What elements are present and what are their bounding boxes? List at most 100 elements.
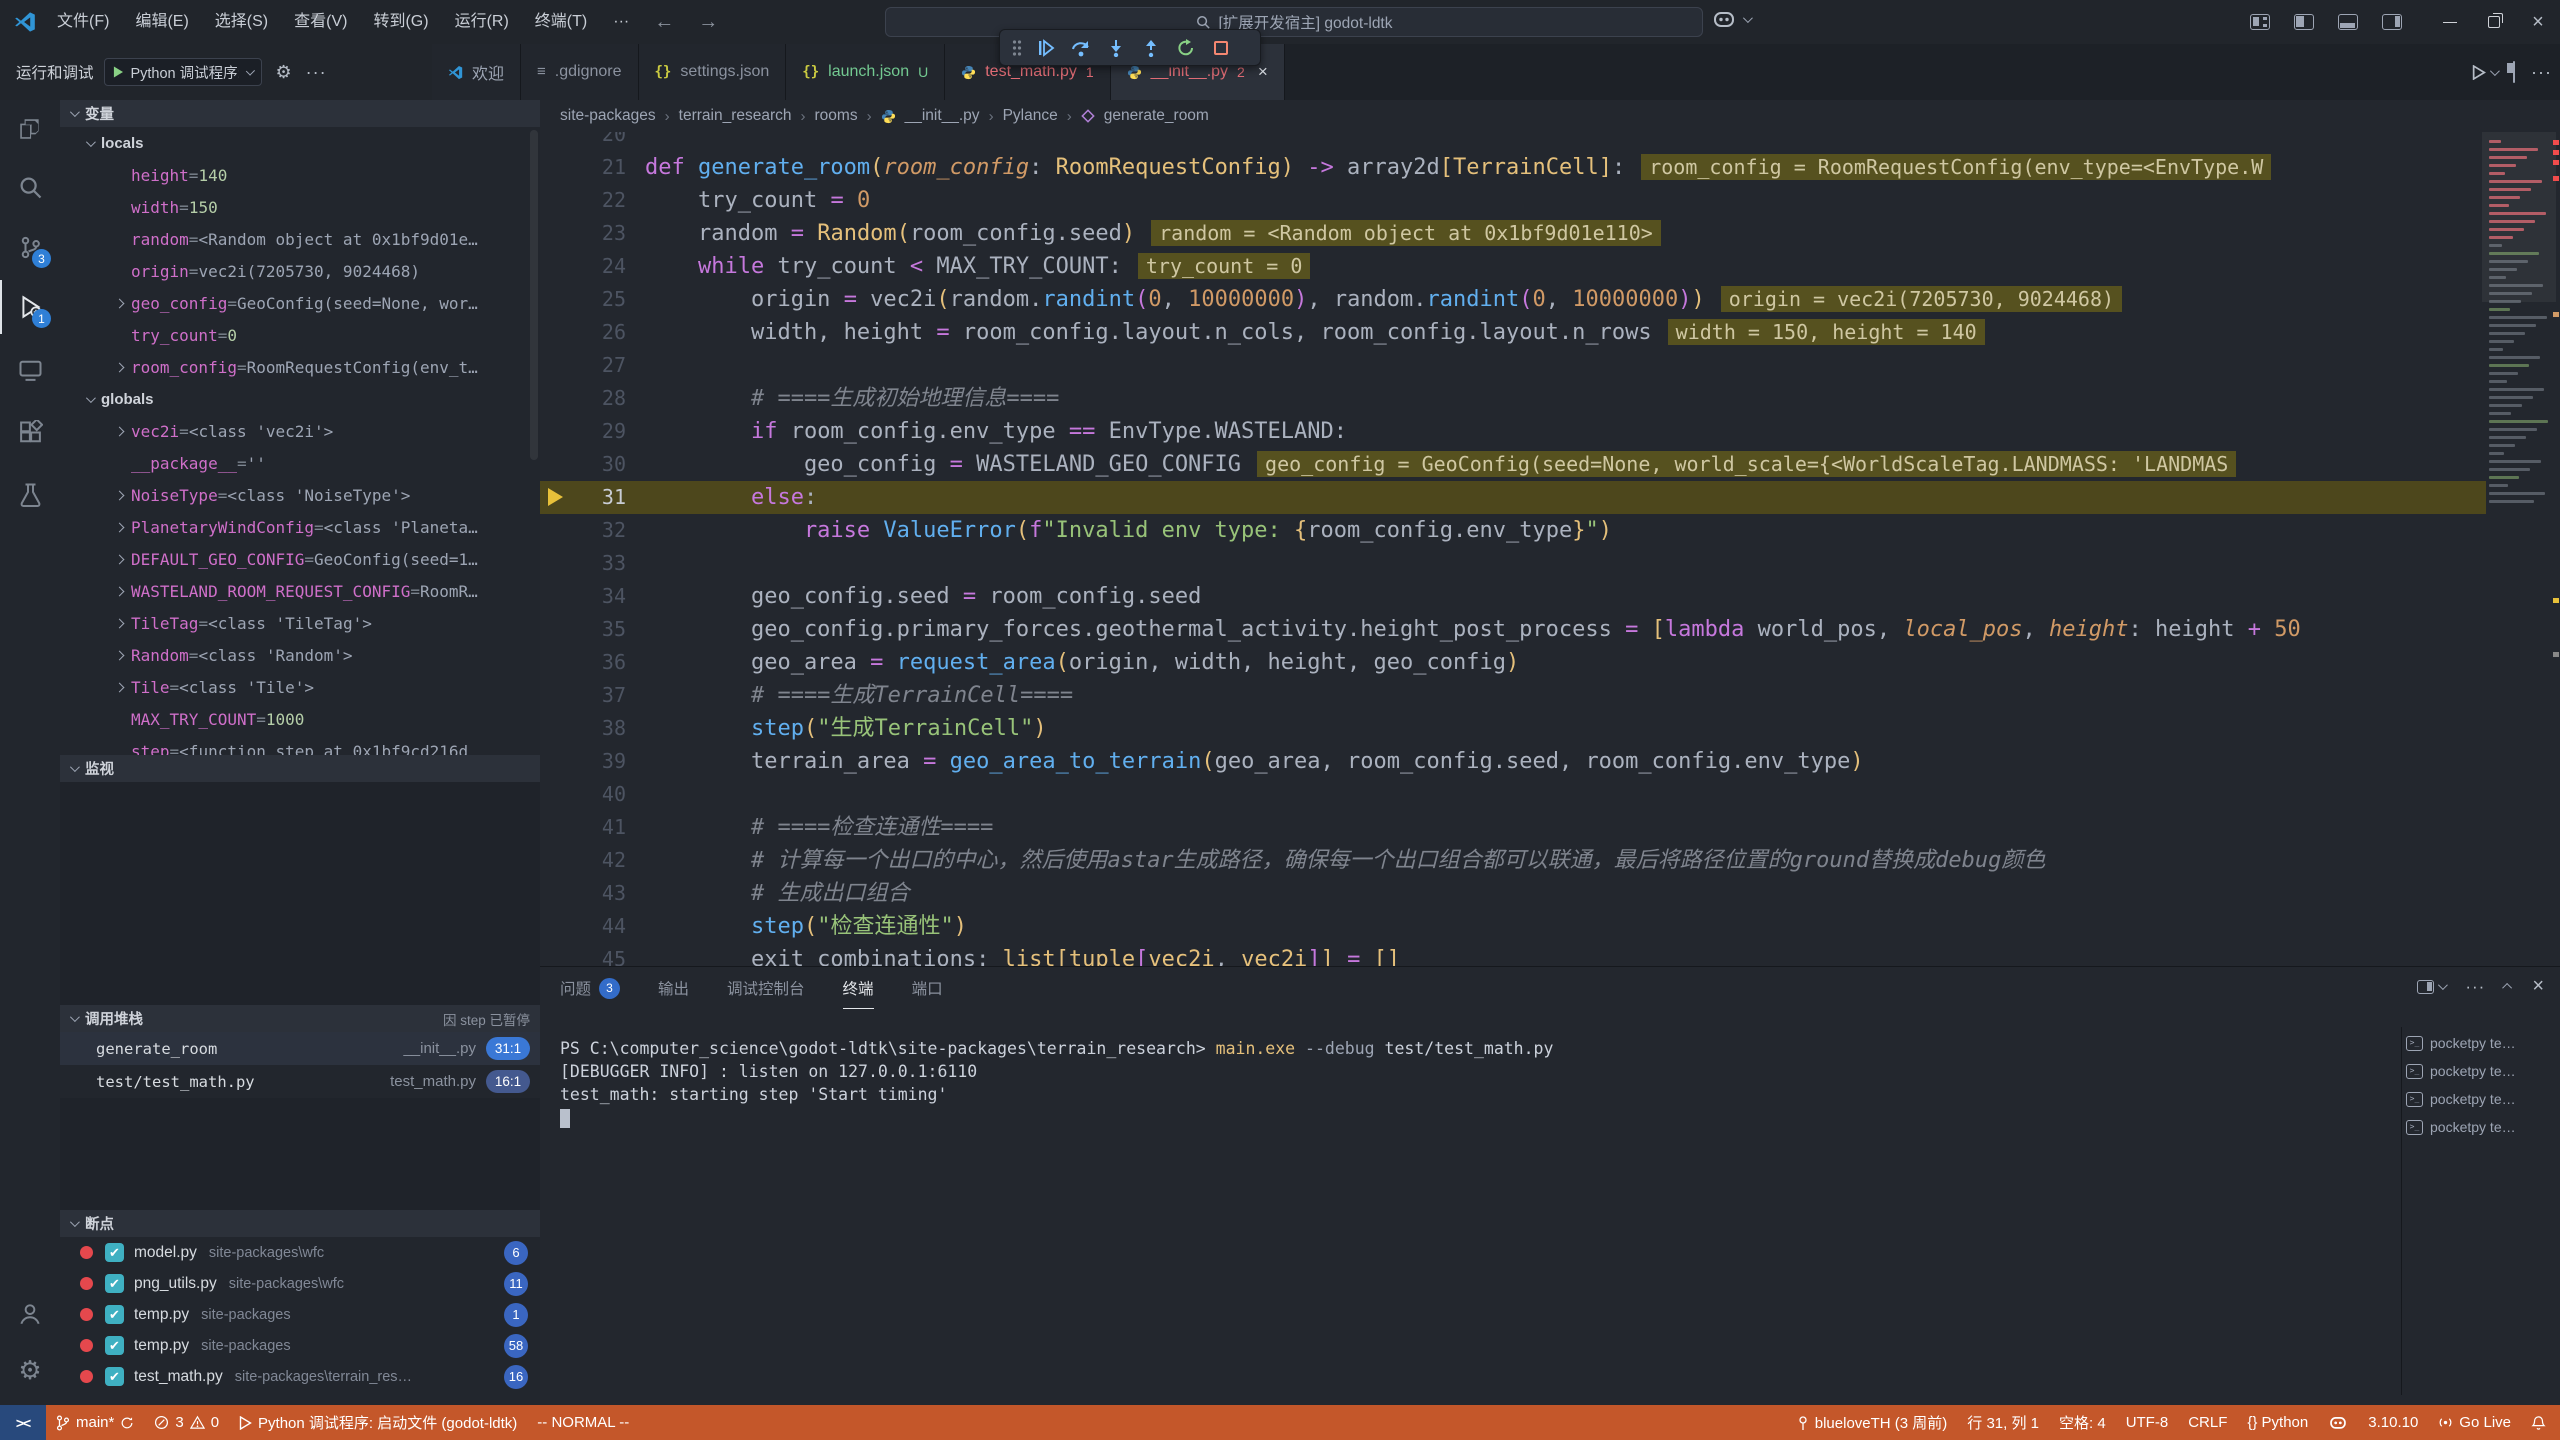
code-line[interactable]: 32 raise ValueError(f"Invalid env type: … xyxy=(540,514,2486,547)
toggle-sidebar-icon[interactable] xyxy=(2282,0,2326,44)
breakpoint-row[interactable]: ✔model.pysite-packages\wfc6 xyxy=(60,1237,540,1268)
code-line[interactable]: 26 width, height = room_config.layout.n_… xyxy=(540,316,2486,349)
variable-row[interactable]: Random = <class 'Random'> xyxy=(60,639,540,671)
variable-row[interactable]: WASTELAND_ROOM_REQUEST_CONFIG = RoomR… xyxy=(60,575,540,607)
go-live-button[interactable]: Go Live xyxy=(2428,1405,2521,1440)
variable-row[interactable]: Tile = <class 'Tile'> xyxy=(60,671,540,703)
terminal-instance[interactable]: >_pocketpy te… xyxy=(2406,1057,2552,1085)
code-line[interactable]: 31 else: xyxy=(540,481,2486,514)
nav-back-icon[interactable]: ← xyxy=(642,11,686,34)
breadcrumb-item[interactable]: __init__.py xyxy=(905,107,980,125)
source-control-icon[interactable]: 3 xyxy=(0,220,60,274)
code-line[interactable]: 45 exit_combinations: list[tuple[vec2i, … xyxy=(540,943,2486,966)
variable-row[interactable]: step = <function step at 0x1bf9cd216d xyxy=(60,735,540,755)
debug-stop-button[interactable] xyxy=(1203,33,1238,63)
remote-indicator[interactable]: >< xyxy=(0,1405,46,1440)
variable-row[interactable]: __package__ = '' xyxy=(60,447,540,479)
toggle-panel-icon[interactable] xyxy=(2326,0,2370,44)
branch-indicator[interactable]: main* xyxy=(46,1405,144,1440)
close-tab-icon[interactable]: × xyxy=(1258,62,1268,82)
menu-item[interactable]: 转到(G) xyxy=(360,0,441,44)
drag-grip-icon[interactable] xyxy=(1006,33,1028,63)
variable-row[interactable]: vec2i = <class 'vec2i'> xyxy=(60,415,540,447)
terminal-instance[interactable]: >_pocketpy te… xyxy=(2406,1029,2552,1057)
code-line[interactable]: 30 geo_config = WASTELAND_GEO_CONFIGgeo_… xyxy=(540,448,2486,481)
close-panel-icon[interactable]: × xyxy=(2532,975,2544,998)
menu-item[interactable]: 编辑(E) xyxy=(122,0,201,44)
debug-step-out-button[interactable] xyxy=(1133,33,1168,63)
editor-more-actions-icon[interactable]: ··· xyxy=(2531,62,2552,83)
minimize-button[interactable] xyxy=(2428,0,2472,44)
python-version[interactable]: 3.10.10 xyxy=(2358,1405,2428,1440)
breakpoint-checkbox[interactable]: ✔ xyxy=(105,1367,124,1386)
gitlens-author[interactable]: blueloveTH (3 周前) xyxy=(1787,1405,1958,1440)
code-line[interactable]: 27 xyxy=(540,349,2486,382)
debug-restart-button[interactable] xyxy=(1168,33,1203,63)
breakpoint-checkbox[interactable]: ✔ xyxy=(105,1243,124,1262)
variable-row[interactable]: origin = vec2i(7205730, 9024468) xyxy=(60,255,540,287)
menu-item[interactable]: 选择(S) xyxy=(202,0,281,44)
code-line[interactable]: 28 # ====生成初始地理信息==== xyxy=(540,382,2486,415)
breadcrumb-item[interactable]: terrain_research xyxy=(679,107,792,125)
settings-gear-icon[interactable]: ⚙ xyxy=(0,1343,60,1397)
code-line[interactable]: 41 # ====检查连通性==== xyxy=(540,811,2486,844)
code-line[interactable]: 34 geo_config.seed = room_config.seed xyxy=(540,580,2486,613)
notifications-bell-icon[interactable] xyxy=(2521,1405,2560,1440)
breadcrumb-item[interactable]: rooms xyxy=(815,107,858,125)
variable-row[interactable]: DEFAULT_GEO_CONFIG = GeoConfig(seed=1… xyxy=(60,543,540,575)
debug-step-into-button[interactable] xyxy=(1098,33,1133,63)
variable-row[interactable]: try_count = 0 xyxy=(60,319,540,351)
debug-continue-button[interactable] xyxy=(1028,33,1063,63)
run-and-debug-icon[interactable]: 1 xyxy=(0,280,60,334)
code-line[interactable]: 24 while try_count < MAX_TRY_COUNT:try_c… xyxy=(540,250,2486,283)
variable-row[interactable]: NoiseType = <class 'NoiseType'> xyxy=(60,479,540,511)
panel-tab-问题[interactable]: 问题3 xyxy=(560,967,620,1009)
testing-icon[interactable] xyxy=(0,467,60,521)
restore-button[interactable] xyxy=(2472,0,2516,44)
panel-tab-终端[interactable]: 终端 xyxy=(843,967,874,1009)
code-line[interactable]: 21def generate_room(room_config: RoomReq… xyxy=(540,151,2486,184)
code-line[interactable]: 37 # ====生成TerrainCell==== xyxy=(540,679,2486,712)
breakpoint-row[interactable]: ✔temp.pysite-packages58 xyxy=(60,1330,540,1361)
breadcrumb-item[interactable]: site-packages xyxy=(560,107,656,125)
cursor-position[interactable]: 行 31, 列 1 xyxy=(1957,1405,2049,1440)
sidebar-scrollbar[interactable] xyxy=(530,130,538,460)
debug-settings-gear-icon[interactable]: ⚙ xyxy=(276,62,292,83)
breakpoint-row[interactable]: ✔test_math.pysite-packages\terrain_res…1… xyxy=(60,1361,540,1392)
variables-section-header[interactable]: 变量 xyxy=(60,100,540,127)
copilot-menu[interactable] xyxy=(1712,8,1750,30)
toggle-secondary-sidebar-icon[interactable] xyxy=(2370,0,2414,44)
debug-status[interactable]: Python 调试程序: 启动文件 (godot-ldtk) xyxy=(229,1405,527,1440)
split-editor-icon[interactable] xyxy=(2513,62,2515,83)
search-sidebar-icon[interactable] xyxy=(0,160,60,214)
code-line[interactable]: 40 xyxy=(540,778,2486,811)
variable-group[interactable]: locals xyxy=(60,127,540,159)
tab-settings.json[interactable]: {}settings.json xyxy=(639,44,787,100)
watch-section-header[interactable]: 监视 xyxy=(60,755,540,782)
language-mode[interactable]: {} Python xyxy=(2237,1405,2318,1440)
breakpoint-row[interactable]: ✔temp.pysite-packages1 xyxy=(60,1299,540,1330)
close-window-button[interactable]: × xyxy=(2516,0,2560,44)
tab-欢迎[interactable]: 欢迎 xyxy=(432,44,521,100)
debug-step-over-button[interactable] xyxy=(1063,33,1098,63)
accounts-icon[interactable] xyxy=(0,1287,60,1341)
debug-config-dropdown[interactable]: Python 调试程序: 启 xyxy=(104,58,262,86)
copilot-status-icon[interactable] xyxy=(2318,1405,2358,1440)
code-line[interactable]: 29 if room_config.env_type == EnvType.WA… xyxy=(540,415,2486,448)
panel-tab-输出[interactable]: 输出 xyxy=(658,967,689,1009)
code-line[interactable]: 25 origin = vec2i(random.randint(0, 1000… xyxy=(540,283,2486,316)
terminal-output[interactable]: PS C:\computer_science\godot-ldtk\site-p… xyxy=(560,1037,2400,1134)
variable-row[interactable]: room_config = RoomRequestConfig(env_t… xyxy=(60,351,540,383)
menu-item[interactable]: 文件(F) xyxy=(44,0,122,44)
tab-launch.json[interactable]: {}launch.jsonU xyxy=(786,44,945,100)
code-line[interactable]: 23 random = Random(room_config.seed)rand… xyxy=(540,217,2486,250)
breakpoint-row[interactable]: ✔png_utils.pysite-packages\wfc11 xyxy=(60,1268,540,1299)
minimap[interactable] xyxy=(2486,132,2552,966)
code-line[interactable]: 36 geo_area = request_area(origin, width… xyxy=(540,646,2486,679)
code-line[interactable]: 22 try_count = 0 xyxy=(540,184,2486,217)
panel-more-actions-icon[interactable]: ··· xyxy=(2465,977,2485,997)
code-line[interactable]: 33 xyxy=(540,547,2486,580)
code-editor[interactable]: 2021def generate_room(room_config: RoomR… xyxy=(540,132,2560,966)
run-bar-more-icon[interactable]: ··· xyxy=(306,62,327,83)
menu-item[interactable]: 运行(R) xyxy=(442,0,522,44)
